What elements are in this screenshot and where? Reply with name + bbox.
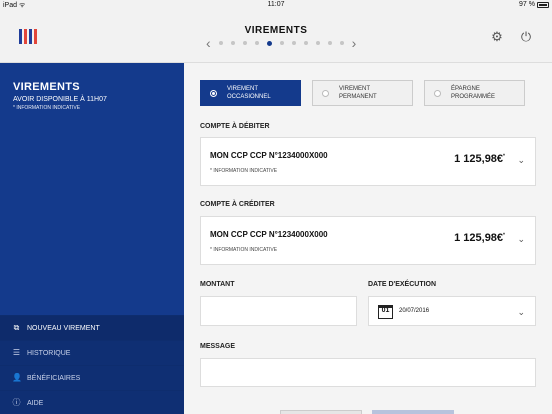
segment-label-line: PERMANENT: [339, 94, 377, 100]
segment-epargne-programmee[interactable]: ÉPARGNE PROGRAMMÉE: [424, 80, 525, 106]
battery-percent: 97 %: [519, 1, 535, 8]
new-transfer-icon: ⧉: [13, 323, 20, 332]
page-title: VIREMENTS: [244, 25, 308, 36]
sidebar-item-label: NOUVEAU VIREMENT: [27, 324, 100, 332]
montant-label: MONTANT: [200, 281, 235, 288]
debit-amount-asterisk: *: [503, 153, 505, 160]
status-right: 97 %: [519, 1, 549, 8]
sidebar: VIREMENTS AVOIR DISPONIBLE À 11H07 * INF…: [0, 63, 184, 414]
debit-note: * INFORMATION INDICATIVE: [210, 168, 278, 174]
calendar-day: 01: [381, 307, 390, 314]
history-list-icon: ☰: [12, 348, 21, 357]
segment-label-line: VIREMENT: [227, 86, 259, 92]
radio-selected-icon: [210, 89, 217, 97]
page-dot[interactable]: [303, 41, 308, 45]
sidebar-subtitle: AVOIR DISPONIBLE À 11H07: [13, 96, 107, 103]
sidebar-menu: ⧉ NOUVEAU VIREMENT ☰ HISTORIQUE 👤 BÉNÉFI…: [0, 315, 184, 414]
chevron-left-icon[interactable]: ‹: [206, 36, 211, 50]
battery-icon: [537, 1, 549, 8]
chevron-right-icon[interactable]: ›: [352, 36, 357, 50]
page-indicator: ‹ ›: [206, 36, 357, 50]
sidebar-item-nouveau-virement[interactable]: ⧉ NOUVEAU VIREMENT: [0, 315, 184, 340]
help-icon: ⓘ: [12, 398, 21, 407]
sidebar-item-label: BÉNÉFICIAIRES: [27, 374, 81, 382]
page-dot[interactable]: [291, 41, 296, 45]
page-dot[interactable]: [339, 41, 344, 45]
montant-input[interactable]: [200, 296, 357, 326]
credit-note: * INFORMATION INDICATIVE: [210, 247, 278, 253]
cancel-button[interactable]: [280, 410, 362, 414]
page-dot[interactable]: [327, 41, 332, 45]
page-dot[interactable]: [315, 41, 320, 45]
sidebar-item-beneficiaires[interactable]: 👤 BÉNÉFICIAIRES: [0, 365, 184, 390]
page-dot[interactable]: [218, 41, 223, 45]
sidebar-note: * INFORMATION INDICATIVE: [13, 105, 81, 111]
power-icon[interactable]: ⏻: [519, 30, 533, 44]
message-input[interactable]: [200, 358, 536, 387]
execution-date-value: 20/07/2016: [399, 308, 430, 314]
gear-icon[interactable]: ⚙: [490, 30, 504, 44]
credit-account-name: MON CCP CCP N°1234000X000: [210, 230, 328, 239]
segment-label-line: PROGRAMMÉE: [451, 94, 496, 100]
sidebar-item-label: AIDE: [27, 399, 44, 407]
segment-virement-permanent[interactable]: VIREMENT PERMANENT: [312, 80, 413, 106]
debit-amount: 1 125,98€: [454, 153, 504, 165]
sidebar-title: VIREMENTS: [13, 81, 80, 93]
message-label: MESSAGE: [200, 343, 236, 350]
execution-date-picker[interactable]: 01 20/07/2016 ⌄: [368, 296, 536, 326]
segment-label: VIREMENT PERMANENT: [339, 85, 377, 101]
segment-label-line: VIREMENT: [339, 86, 371, 92]
sidebar-item-label: HISTORIQUE: [27, 349, 71, 357]
debit-account-name: MON CCP CCP N°1234000X000: [210, 151, 328, 160]
validate-button[interactable]: [372, 410, 454, 414]
radio-icon: [434, 89, 441, 97]
page-dot[interactable]: [230, 41, 235, 45]
main-content: VIREMENT OCCASIONNEL VIREMENT PERMANENT …: [184, 63, 552, 414]
credit-label: COMPTE À CRÉDITER: [200, 201, 275, 208]
radio-icon: [322, 89, 329, 97]
credit-amount: 1 125,98€: [454, 232, 504, 244]
page-dot[interactable]: [242, 41, 247, 45]
credit-amount-asterisk: *: [503, 232, 505, 239]
chevron-down-icon: ⌄: [517, 234, 525, 244]
sidebar-item-aide[interactable]: ⓘ AIDE: [0, 390, 184, 414]
calendar-icon: 01: [378, 305, 393, 319]
execution-date-label: DATE D'EXÉCUTION: [368, 281, 437, 288]
chevron-down-icon: ⌄: [517, 155, 525, 165]
sidebar-item-historique[interactable]: ☰ HISTORIQUE: [0, 340, 184, 365]
page-dot-active[interactable]: [266, 40, 272, 46]
segment-label-line: ÉPARGNE: [451, 86, 480, 92]
debit-account-select[interactable]: MON CCP CCP N°1234000X000 * INFORMATION …: [200, 137, 536, 186]
status-bar: iPad ᯤ 11:07 97 %: [0, 0, 552, 12]
debit-balance: 1 125,98€*: [454, 153, 505, 165]
chevron-down-icon: ⌄: [517, 307, 525, 317]
status-time: 11:07: [267, 1, 285, 8]
beneficiaries-icon: 👤: [12, 373, 22, 382]
segment-label-line: OCCASIONNEL: [227, 94, 271, 100]
page-dot[interactable]: [254, 41, 259, 45]
credit-balance: 1 125,98€*: [454, 232, 505, 244]
page-dot[interactable]: [279, 41, 284, 45]
segment-virement-occasionnel[interactable]: VIREMENT OCCASIONNEL: [200, 80, 301, 106]
credit-account-select[interactable]: MON CCP CCP N°1234000X000 * INFORMATION …: [200, 216, 536, 265]
top-header: VIREMENTS ‹ › ⚙ ⏻: [0, 12, 552, 63]
segment-label: VIREMENT OCCASIONNEL: [227, 85, 271, 101]
debit-label: COMPTE À DÉBITER: [200, 123, 270, 130]
segment-label: ÉPARGNE PROGRAMMÉE: [451, 85, 495, 101]
